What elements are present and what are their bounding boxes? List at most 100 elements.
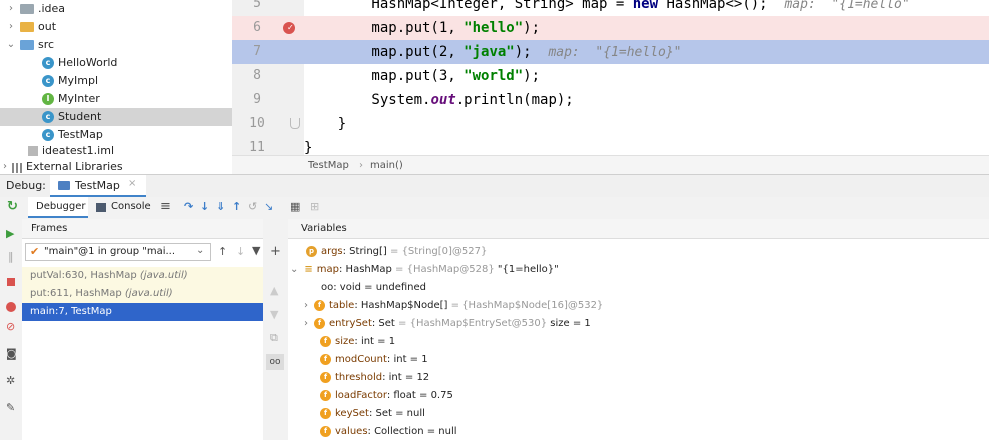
copy-icon[interactable]: ⧉ [270,331,278,345]
pause-icon[interactable]: ‖ [8,250,14,263]
code-text: map.put(2, [304,44,465,60]
variable-row[interactable]: ⌄ ≡ map: HashMap = {HashMap@528} "{1=hello… [290,261,559,279]
variable-row[interactable]: f values: Collection = null [320,423,457,441]
frame-row-selected[interactable]: main:7, TestMap [22,303,263,321]
fold-icon[interactable] [290,118,300,129]
tree-item-myinter[interactable]: I MyInter [0,90,232,108]
variable-row[interactable]: f modCount: int = 1 [320,351,428,369]
filter-icon[interactable]: ▼ [252,244,260,257]
thread-select[interactable]: ✔ "main"@1 in group "mai... ⌄ [25,243,211,261]
chevron-down-icon[interactable]: ⌄ [290,264,298,275]
string-literal: "world" [464,68,524,84]
variable-row[interactable]: f loadFactor: float = 0.75 [320,387,453,405]
frame-row[interactable]: putVal:630, HashMap (java.util) [22,267,263,285]
rerun-icon[interactable]: ↻ [7,199,18,214]
folder-icon [20,40,34,50]
run-to-cursor-icon[interactable]: ↘ [264,200,273,213]
tree-item-idea[interactable]: › .idea [0,0,232,18]
frame-row[interactable]: put:611, HashMap (java.util) [22,285,263,303]
var-type: : Set [368,408,392,419]
var-value: = 12 [401,372,430,383]
code-editor[interactable]: HashMap<Integer, String> map = new HashM… [304,0,989,155]
gutter-line[interactable]: 6 ✓ [232,16,304,40]
tree-item-myimpl[interactable]: c MyImpl [0,72,232,90]
mute-breakpoints-icon[interactable]: ⊘ [6,320,15,333]
breadcrumb-separator: › [359,160,363,171]
gutter-line[interactable]: 7 [232,40,304,64]
step-over-icon[interactable]: ↷ [184,200,193,213]
code-line-current[interactable]: map.put(2, "java"); map: "{1=hello}" [304,40,989,64]
gutter-line[interactable]: 9 [232,88,304,112]
breadcrumb-class[interactable]: TestMap [308,156,349,175]
debugger-toolbar: ↻ Debugger Console ≡ ↷ ↓ ⇓ ↑ ↺ ↘ ▦ ⊞ [0,197,989,220]
field-icon: f [320,425,331,437]
variable-row[interactable]: › f entrySet: Set = {HashMap$EntrySet@530}… [304,315,591,333]
code-line-breakpoint[interactable]: map.put(1, "hello"); [304,16,989,40]
stop-icon[interactable] [7,278,15,286]
next-frame-icon[interactable]: ↓ [236,245,245,258]
close-icon[interactable]: × [128,178,136,189]
chevron-right-icon[interactable]: › [304,300,308,311]
chevron-right-icon[interactable]: › [6,18,16,36]
code-line[interactable]: HashMap<Integer, String> map = new HashM… [304,0,989,16]
inline-value-hint: map: "{1=hello" [784,0,910,12]
debug-tool-window-header: Debug: TestMap × [0,174,989,198]
tab-console[interactable]: Console [111,201,151,212]
previous-frame-icon[interactable]: ↑ [218,245,227,258]
resume-icon[interactable]: ▶ [6,227,14,240]
debug-config-tab[interactable]: TestMap × [50,175,146,197]
code-line[interactable]: } [304,136,989,155]
tree-item-external-libraries[interactable]: › External Libraries [0,158,232,174]
view-breakpoints-icon[interactable] [6,302,16,312]
frame-package: (java.util) [124,288,173,299]
variable-row[interactable]: f size: int = 1 [320,333,395,351]
inline-value-hint: map: "{1=hello}" [548,45,682,60]
evaluate-expression-icon[interactable]: ▦ [290,200,300,213]
variable-row[interactable]: › f table: HashMap$Node[] = {HashMap$Node[… [304,297,603,315]
drop-frame-icon[interactable]: ↺ [248,200,257,213]
var-value: = undefined [360,282,427,293]
tree-item-out[interactable]: › out [0,18,232,36]
code-text: ); [514,44,549,60]
var-name: table [329,300,355,311]
move-down-icon[interactable]: ▼ [270,308,278,321]
variable-row[interactable]: f threshold: int = 12 [320,369,429,387]
tree-item-student[interactable]: c Student [0,108,232,126]
tree-item-src[interactable]: ⌄ src [0,36,232,54]
step-into-icon[interactable]: ↓ [200,200,209,213]
code-text: HashMap<Integer, String> map = [304,0,633,12]
move-up-icon[interactable]: ▲ [270,284,278,297]
step-out-icon[interactable]: ↑ [232,200,241,213]
force-step-into-icon[interactable]: ⇓ [216,200,225,213]
breadcrumb-method[interactable]: main() [370,156,403,175]
var-name: entrySet [329,318,372,329]
final-field-icon: f [320,389,331,401]
code-text: .println(map); [455,92,574,108]
tab-debugger[interactable]: Debugger [28,197,88,218]
console-icon [96,203,106,212]
chevron-down-icon[interactable]: ⌄ [6,36,16,54]
code-line[interactable]: } [304,112,989,136]
pin-icon[interactable]: ✎ [6,401,15,414]
tree-item-helloworld[interactable]: c HelloWorld [0,54,232,72]
chevron-right-icon[interactable]: › [6,0,16,18]
code-text: ); [523,20,541,36]
camera-icon[interactable]: ◙ [6,347,17,360]
settings-icon[interactable]: ✲ [6,374,15,387]
code-line[interactable]: map.put(3, "world"); [304,64,989,88]
variable-row[interactable]: oo: void = undefined [318,279,426,297]
gutter-line[interactable]: 5 [232,0,304,16]
var-value: = {HashMap$Node[16]@532} [447,300,604,311]
trace-icon[interactable]: ⊞ [310,200,319,213]
menu-icon[interactable]: ≡ [160,199,171,214]
variable-row[interactable]: f keySet: Set = null [320,405,425,423]
variable-row[interactable]: p args: String[] = {String[0]@527} [306,243,487,261]
show-watches-icon[interactable]: oo [266,354,284,370]
folder-icon [20,22,34,32]
chevron-right-icon[interactable]: › [0,158,10,174]
gutter-line[interactable]: 8 [232,64,304,88]
add-watch-icon[interactable]: + [270,244,281,259]
gutter-line[interactable]: 10 [232,112,304,136]
chevron-right-icon[interactable]: › [304,318,308,329]
code-line[interactable]: System.out.println(map); [304,88,989,112]
